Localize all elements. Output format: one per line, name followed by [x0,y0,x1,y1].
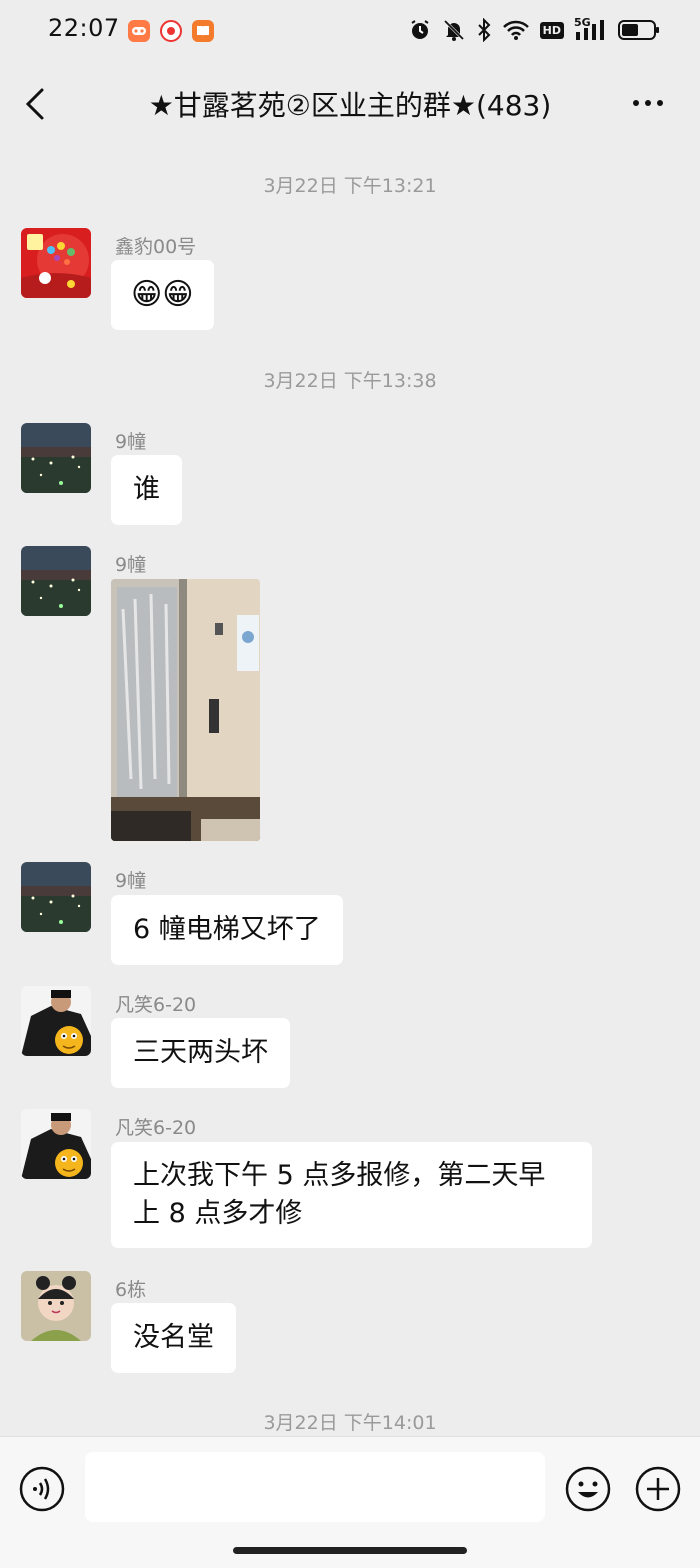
sender-name: 6栋 [115,1279,147,1301]
timestamp: 3月22日 下午13:38 [263,370,437,392]
message-bubble[interactable]: 谁 [111,455,182,525]
more-button[interactable] [630,88,670,118]
battery-icon [618,16,660,44]
game-app-icon [128,20,150,42]
voice-button[interactable] [18,1465,66,1513]
home-indicator[interactable] [233,1547,467,1554]
chat-header: ★甘露茗苑②区业主的群★(483) [0,64,700,146]
status-bar: 22:07 HD 5G [0,0,700,64]
chat-title: ★甘露茗苑②区业主的群★(483) [148,89,552,122]
sender-name: 9幢 [115,554,147,576]
bluetooth-icon [476,16,492,44]
message-text: 没名堂 [133,1322,214,1353]
message-image-elevator[interactable] [111,579,260,841]
message-text: 😁😁 [131,277,194,312]
chevron-left-icon [25,88,44,120]
hd-icon: HD [539,16,564,44]
status-app-icons [128,20,214,42]
mute-icon [442,16,466,44]
input-bar [0,1436,700,1568]
message-text: 上次我下午 5 点多报修，第二天早上 8 点多才修 [133,1160,546,1229]
avatar-night-city[interactable] [21,546,91,616]
avatar-man-garfield[interactable] [21,1109,91,1179]
sender-name: 鑫豹00号 [115,236,197,258]
avatar-night-city[interactable] [21,423,91,493]
plus-icon [635,1466,681,1512]
emoji-icon [565,1466,611,1512]
voice-icon [19,1466,65,1512]
signal-icon: 5G [574,16,608,44]
wifi-icon [502,16,530,44]
avatar-child[interactable] [21,1271,91,1341]
message-input[interactable] [85,1452,545,1522]
message-text: 谁 [133,474,160,505]
timestamp: 3月22日 下午13:21 [263,175,437,197]
weibo-app-icon [160,20,182,42]
message-text: 6 幢电梯又坏了 [133,914,321,945]
avatar-man-garfield[interactable] [21,986,91,1056]
alarm-icon [408,16,432,44]
message-bubble[interactable]: 6 幢电梯又坏了 [111,895,343,965]
message-list[interactable]: 3月22日 下午13:21 鑫豹00号 😁😁 3月22日 下午13:38 9幢 … [0,146,700,1436]
message-bubble[interactable]: 三天两头坏 [111,1018,290,1088]
sender-name: 凡笑6-20 [115,994,197,1016]
status-time: 22:07 [48,14,120,42]
emoji-button[interactable] [564,1465,612,1513]
message-bubble[interactable]: 😁😁 [111,260,214,330]
sender-name: 9幢 [115,431,147,453]
avatar-night-city[interactable] [21,862,91,932]
status-indicators: HD 5G [408,16,660,44]
ellipsis-icon [633,100,663,106]
book-app-icon [192,20,214,42]
avatar-red-envelope[interactable] [21,228,91,298]
message-bubble[interactable]: 上次我下午 5 点多报修，第二天早上 8 点多才修 [111,1142,592,1248]
back-button[interactable] [18,84,58,124]
sender-name: 凡笑6-20 [115,1117,197,1139]
message-text: 三天两头坏 [133,1037,268,1068]
timestamp: 3月22日 下午14:01 [263,1412,437,1434]
more-actions-button[interactable] [634,1465,682,1513]
sender-name: 9幢 [115,870,147,892]
message-bubble[interactable]: 没名堂 [111,1303,236,1373]
